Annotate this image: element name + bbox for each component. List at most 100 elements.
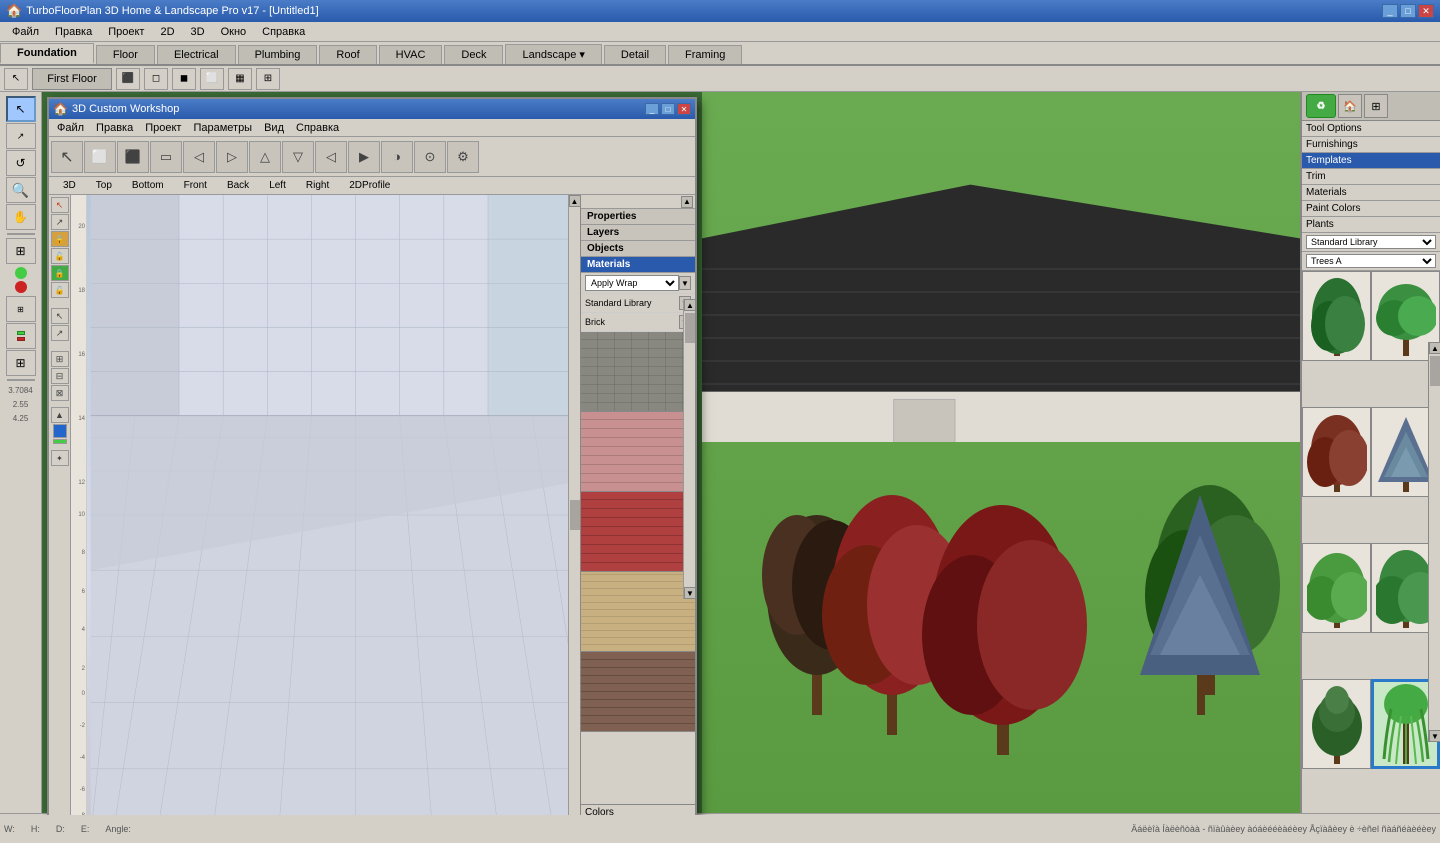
swatches-scroll-down[interactable]: ▼ bbox=[684, 587, 696, 599]
tab-roof[interactable]: Roof bbox=[319, 45, 376, 64]
dlg-tool-shape6[interactable]: △ bbox=[249, 141, 281, 173]
mat-swatch-gray-brick[interactable] bbox=[581, 332, 695, 412]
titlebar-right[interactable]: _ □ ✕ bbox=[1382, 4, 1434, 18]
toolbar-btn-4[interactable]: ⬜ bbox=[200, 68, 224, 90]
tab-floor[interactable]: Floor bbox=[96, 45, 155, 64]
select-tool-btn[interactable]: ↖ bbox=[6, 96, 36, 122]
rs-tab-materials[interactable]: Materials bbox=[1302, 185, 1440, 201]
rotate-tool-btn[interactable]: ↺ bbox=[6, 150, 36, 176]
scroll-thumb[interactable] bbox=[570, 500, 580, 530]
menu-edit[interactable]: Правка bbox=[47, 24, 100, 40]
dlg-tool-shape10[interactable]: ◑ bbox=[381, 141, 413, 173]
mat-swatch-brown-brick[interactable] bbox=[581, 652, 695, 732]
toolbar-btn-5[interactable]: ▦ bbox=[228, 68, 252, 90]
dlg-move-tool[interactable]: ↖ bbox=[51, 308, 69, 324]
dlg-tool-shape11[interactable]: ⊙ bbox=[414, 141, 446, 173]
dlg-menu-file[interactable]: Файл bbox=[51, 121, 90, 135]
pan-tool-btn[interactable]: ✋ bbox=[6, 204, 36, 230]
rs-library-select[interactable]: Standard Library bbox=[1306, 235, 1436, 249]
mat-swatch-red-brick[interactable] bbox=[581, 492, 695, 572]
mat-swatch-tan-brick[interactable] bbox=[581, 572, 695, 652]
rs-icon-grid[interactable]: ⊞ bbox=[1364, 94, 1388, 118]
props-scroll-up[interactable]: ▲ bbox=[681, 196, 693, 208]
view-left[interactable]: Left bbox=[259, 179, 296, 192]
rs-category-select[interactable]: Trees A bbox=[1306, 254, 1436, 268]
view-bottom[interactable]: Bottom bbox=[122, 179, 174, 192]
dialog-minimize[interactable]: _ bbox=[645, 103, 659, 115]
dlg-menu-project[interactable]: Проект bbox=[139, 121, 187, 135]
menu-2d[interactable]: 2D bbox=[152, 24, 182, 40]
dlg-scale-tool2[interactable]: ⊟ bbox=[51, 368, 69, 384]
dlg-tool-shape9[interactable]: ▶ bbox=[348, 141, 380, 173]
dlg-lock-btn1[interactable]: 🔒 bbox=[51, 231, 69, 247]
swatches-scrollbar[interactable]: ▲ ▼ bbox=[683, 299, 695, 599]
tab-detail[interactable]: Detail bbox=[604, 45, 666, 64]
swatches-scroll-thumb[interactable] bbox=[685, 313, 695, 343]
zoom-tool-btn[interactable]: 🔍 bbox=[6, 177, 36, 203]
minimize-button[interactable]: _ bbox=[1382, 4, 1398, 18]
tree-item-1[interactable] bbox=[1302, 271, 1371, 361]
dlg-menu-edit[interactable]: Правка bbox=[90, 121, 139, 135]
dlg-tool-shape7[interactable]: ▽ bbox=[282, 141, 314, 173]
view-top[interactable]: Top bbox=[86, 179, 122, 192]
dlg-scale-tool3[interactable]: ⊠ bbox=[51, 385, 69, 401]
tab-plumbing[interactable]: Plumbing bbox=[238, 45, 318, 64]
dlg-scale-tool[interactable]: ⊞ bbox=[51, 351, 69, 367]
dialog-close[interactable]: ✕ bbox=[677, 103, 691, 115]
vertex-tool-btn[interactable]: ↗ bbox=[6, 123, 36, 149]
rs-scrollbar[interactable]: ▲ ▼ bbox=[1428, 342, 1440, 742]
tree-item-3[interactable] bbox=[1302, 407, 1371, 497]
tab-layers[interactable]: Layers bbox=[581, 225, 695, 241]
tab-electrical[interactable]: Electrical bbox=[157, 45, 236, 64]
tab-objects[interactable]: Objects bbox=[581, 241, 695, 257]
view-right[interactable]: Right bbox=[296, 179, 339, 192]
dlg-lock-btn4[interactable]: 🔓 bbox=[51, 282, 69, 298]
menu-3d[interactable]: 3D bbox=[183, 24, 213, 40]
menu-window[interactable]: Окно bbox=[213, 24, 255, 40]
dlg-tool-shape2[interactable]: ⬛ bbox=[117, 141, 149, 173]
rs-scroll-thumb[interactable] bbox=[1430, 356, 1440, 386]
dimension-btn[interactable]: ⊞ bbox=[6, 296, 36, 322]
viewport-scrollbar-v[interactable]: ▲ ▼ bbox=[568, 195, 580, 815]
color-dots-btn[interactable] bbox=[6, 323, 36, 349]
dlg-tool-shape5[interactable]: ▷ bbox=[216, 141, 248, 173]
dialog-titlebar-btns[interactable]: _ □ ✕ bbox=[645, 103, 691, 115]
close-button[interactable]: ✕ bbox=[1418, 4, 1434, 18]
tab-framing[interactable]: Framing bbox=[668, 45, 742, 64]
dlg-menu-params[interactable]: Параметры bbox=[187, 121, 258, 135]
colors-label[interactable]: Colors bbox=[581, 804, 695, 815]
swatches-scroll-up[interactable]: ▲ bbox=[684, 299, 696, 311]
tab-foundation[interactable]: Foundation bbox=[0, 43, 94, 64]
toolbar-btn-2[interactable]: ◻ bbox=[144, 68, 168, 90]
view-front[interactable]: Front bbox=[174, 179, 217, 192]
dlg-lock-btn2[interactable]: 🔓 bbox=[51, 248, 69, 264]
tab-deck[interactable]: Deck bbox=[444, 45, 503, 64]
view-back[interactable]: Back bbox=[217, 179, 259, 192]
pointer-tool[interactable]: ↖ bbox=[4, 68, 28, 90]
go-green-btn[interactable]: ♻ bbox=[1306, 94, 1336, 118]
scroll-up-btn[interactable]: ▲ bbox=[569, 195, 581, 207]
dlg-move-tool2[interactable]: ↗ bbox=[51, 325, 69, 341]
grid-tool-btn[interactable]: ⊞ bbox=[6, 350, 36, 376]
dlg-menu-help[interactable]: Справка bbox=[290, 121, 345, 135]
dlg-lock-btn3[interactable]: 🔒 bbox=[51, 265, 69, 281]
dlg-scroll-up[interactable]: ▲ bbox=[51, 407, 69, 423]
dlg-select-tool[interactable]: ↗ bbox=[51, 214, 69, 230]
tab-hvac[interactable]: HVAC bbox=[379, 45, 443, 64]
wrap-mode-select[interactable]: Apply Wrap bbox=[585, 275, 679, 291]
rs-tab-templates[interactable]: Templates bbox=[1302, 153, 1440, 169]
floor-selector[interactable]: First Floor bbox=[32, 68, 112, 90]
view-2dprofile[interactable]: 2DProfile bbox=[339, 179, 400, 192]
dlg-tool-arrow[interactable]: ↖ bbox=[51, 141, 83, 173]
tree-item-5[interactable] bbox=[1302, 543, 1371, 633]
dlg-pick-btn[interactable]: ✦ bbox=[51, 450, 69, 466]
menu-help[interactable]: Справка bbox=[254, 24, 313, 40]
rs-tab-tool-options[interactable]: Tool Options bbox=[1302, 121, 1440, 137]
menu-file[interactable]: Файл bbox=[4, 24, 47, 40]
rs-tab-paint-colors[interactable]: Paint Colors bbox=[1302, 201, 1440, 217]
dialog-maximize[interactable]: □ bbox=[661, 103, 675, 115]
rs-tab-trim[interactable]: Trim bbox=[1302, 169, 1440, 185]
view-3d[interactable]: 3D bbox=[53, 179, 86, 192]
toolbar-btn-6[interactable]: ⊞ bbox=[256, 68, 280, 90]
dlg-tool-shape1[interactable]: ⬜ bbox=[84, 141, 116, 173]
